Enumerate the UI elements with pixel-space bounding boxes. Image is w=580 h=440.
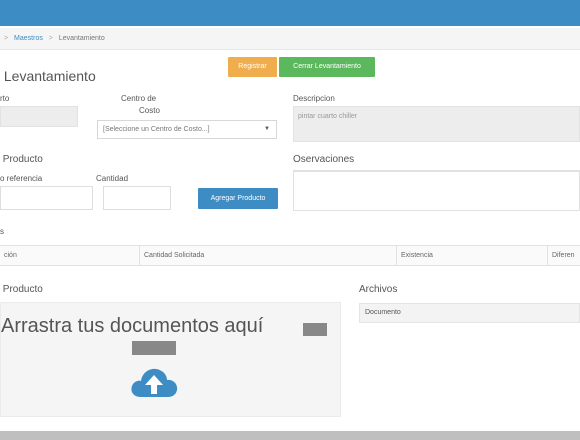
dropzone-text: Arrastra tus documentos aquí (1, 315, 264, 337)
cloud-upload-icon (131, 368, 178, 397)
upload-section-title: Producto (2, 284, 43, 295)
description-label: Descripcion (293, 94, 335, 103)
reference-label: o referencia (0, 174, 43, 183)
field-label: rto (0, 94, 10, 103)
table-header-cell: ción (4, 252, 17, 259)
archives-title: Archivos (359, 284, 398, 295)
breadcrumb-link-maestros[interactable]: Maestros (14, 35, 43, 42)
redacted-block (132, 341, 176, 355)
table-header-cell: Cantidad Solicitada (139, 246, 396, 265)
observations-title: Oservaciones (293, 154, 355, 165)
caret-down-icon: ▼ (264, 126, 270, 132)
description-field[interactable]: pintar cuarto chiller (293, 106, 580, 142)
breadcrumb-separator: > (48, 35, 53, 42)
cost-center-label-line1: Centro de (121, 94, 157, 103)
document-dropzone[interactable]: Arrastra tus documentos aquí (0, 302, 341, 417)
table-section-label: s (0, 227, 4, 236)
breadcrumb-separator: > (4, 35, 9, 42)
text-field[interactable] (0, 106, 78, 127)
breadcrumb-current: Levantamiento (58, 35, 105, 42)
cost-center-select[interactable]: [Seleccione un Centro de Costo...] ▼ (97, 120, 277, 139)
product-section-title: Producto (2, 154, 43, 165)
redacted-block (303, 323, 327, 336)
quantity-input[interactable] (103, 186, 171, 210)
close-survey-button[interactable]: Cerrar Levantamiento (279, 57, 375, 77)
table-header-cell: Existencia (396, 246, 547, 265)
page-footer (0, 431, 580, 440)
cost-center-label-line2: Costo (139, 106, 160, 115)
products-table-header: ción Cantidad Solicitada Existencia Dife… (0, 245, 580, 266)
archives-table-header: Documento (359, 303, 580, 323)
observations-textarea[interactable] (293, 171, 580, 211)
page-title: Levantamiento (3, 68, 96, 84)
reference-input[interactable] (0, 186, 93, 210)
top-navbar (0, 0, 580, 26)
cost-center-selected-value: [Seleccione un Centro de Costo...] (103, 126, 210, 133)
add-product-button[interactable]: Agregar Producto (198, 188, 278, 209)
quantity-label: Cantidad (96, 174, 129, 183)
breadcrumb: > Maestros > Levantamiento (0, 28, 580, 50)
register-button[interactable]: Registrar (228, 57, 277, 77)
table-header-cell: Diferen (547, 246, 580, 265)
